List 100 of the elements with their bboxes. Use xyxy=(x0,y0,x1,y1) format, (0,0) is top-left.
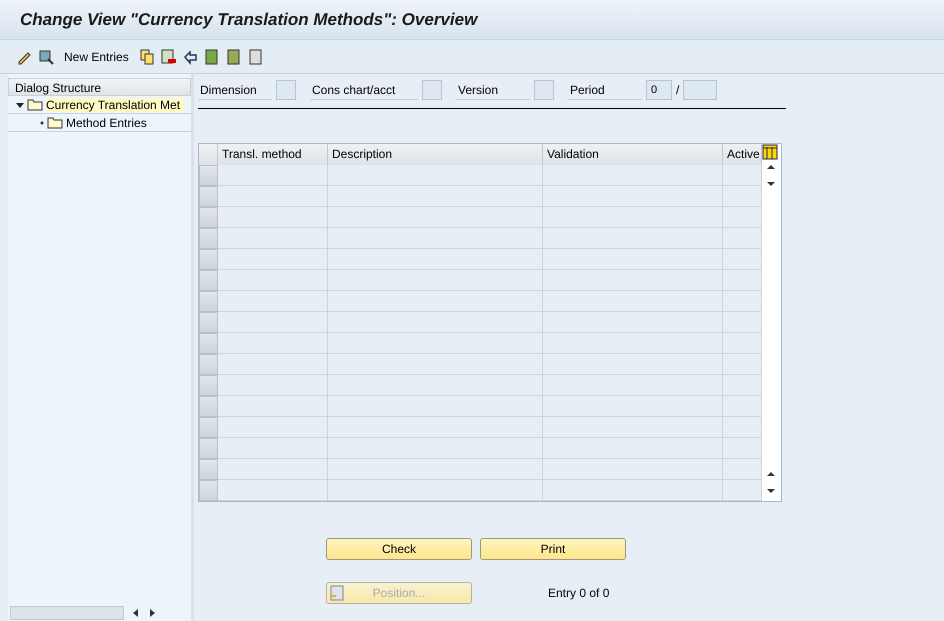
table-cell[interactable] xyxy=(723,333,762,354)
table-cell[interactable] xyxy=(218,375,328,396)
input-field[interactable] xyxy=(276,80,296,100)
column-header[interactable]: Validation xyxy=(543,144,723,165)
row-selector[interactable] xyxy=(199,480,218,501)
scrollbar-thumb[interactable] xyxy=(10,606,124,620)
table-cell[interactable] xyxy=(328,396,543,417)
action-button[interactable]: Print xyxy=(480,538,626,560)
table-cell[interactable] xyxy=(328,186,543,207)
row-selector[interactable] xyxy=(199,207,218,228)
table-cell[interactable] xyxy=(723,249,762,270)
table-cell[interactable] xyxy=(723,186,762,207)
table-cell[interactable] xyxy=(543,165,723,186)
table-cell[interactable] xyxy=(218,207,328,228)
table-cell[interactable] xyxy=(328,207,543,228)
table-cell[interactable] xyxy=(543,375,723,396)
table-cell[interactable] xyxy=(328,459,543,480)
table-cell[interactable] xyxy=(723,438,762,459)
scroll-left-icon[interactable] xyxy=(132,608,140,618)
input-field[interactable]: 0 xyxy=(646,80,672,100)
new-entries-button[interactable]: New Entries xyxy=(60,50,133,64)
table-cell[interactable] xyxy=(723,396,762,417)
table-cell[interactable] xyxy=(723,480,762,501)
row-selector[interactable] xyxy=(199,291,218,312)
table-cell[interactable] xyxy=(218,291,328,312)
table-cell[interactable] xyxy=(328,249,543,270)
table-cell[interactable] xyxy=(543,228,723,249)
row-selector[interactable] xyxy=(199,249,218,270)
table-cell[interactable] xyxy=(218,228,328,249)
tree-node[interactable]: Method Entries xyxy=(66,116,151,130)
copy-icon[interactable] xyxy=(138,48,155,64)
table-cell[interactable] xyxy=(218,249,328,270)
row-selector[interactable] xyxy=(199,375,218,396)
table-cell[interactable] xyxy=(328,354,543,375)
table-cell[interactable] xyxy=(218,438,328,459)
table-cell[interactable] xyxy=(543,291,723,312)
table-cell[interactable] xyxy=(218,270,328,291)
table-cell[interactable] xyxy=(328,480,543,501)
table-cell[interactable] xyxy=(723,291,762,312)
table-cell[interactable] xyxy=(543,396,723,417)
row-selector[interactable] xyxy=(199,396,218,417)
action-button[interactable]: Check xyxy=(326,538,472,560)
input-field[interactable] xyxy=(534,80,554,100)
table-cell[interactable] xyxy=(218,480,328,501)
table-cell[interactable] xyxy=(218,459,328,480)
row-selector[interactable] xyxy=(199,165,218,186)
input-field[interactable] xyxy=(422,80,442,100)
table-cell[interactable] xyxy=(543,459,723,480)
scroll-right-icon[interactable] xyxy=(148,608,156,618)
select-all-cell[interactable] xyxy=(199,144,218,165)
delete-row-icon[interactable] xyxy=(160,48,177,64)
table-cell[interactable] xyxy=(218,312,328,333)
table-cell[interactable] xyxy=(218,333,328,354)
table-cell[interactable] xyxy=(218,186,328,207)
table-cell[interactable] xyxy=(218,417,328,438)
table-cell[interactable] xyxy=(543,312,723,333)
table-cell[interactable] xyxy=(543,417,723,438)
table-cell[interactable] xyxy=(543,354,723,375)
table-cell[interactable] xyxy=(723,270,762,291)
table-cell[interactable] xyxy=(218,165,328,186)
table-cell[interactable] xyxy=(723,165,762,186)
tree-node[interactable]: Currency Translation Met xyxy=(46,98,184,112)
row-selector[interactable] xyxy=(199,186,218,207)
table-cell[interactable] xyxy=(723,375,762,396)
table-cell[interactable] xyxy=(218,354,328,375)
row-selector[interactable] xyxy=(199,354,218,375)
table-cell[interactable] xyxy=(328,312,543,333)
row-selector[interactable] xyxy=(199,459,218,480)
table-cell[interactable] xyxy=(328,165,543,186)
row-selector[interactable] xyxy=(199,417,218,438)
expand-triangle-icon[interactable] xyxy=(16,100,24,108)
table-cell[interactable] xyxy=(723,312,762,333)
table-cell[interactable] xyxy=(328,375,543,396)
table-cell[interactable] xyxy=(328,438,543,459)
magnifier-icon[interactable] xyxy=(38,48,54,64)
table-cell[interactable] xyxy=(328,291,543,312)
table-cell[interactable] xyxy=(723,354,762,375)
row-selector[interactable] xyxy=(199,438,218,459)
table-cell[interactable] xyxy=(723,459,762,480)
table-cell[interactable] xyxy=(328,228,543,249)
row-selector[interactable] xyxy=(199,333,218,354)
table-cell[interactable] xyxy=(723,228,762,249)
column-header[interactable]: Description xyxy=(328,144,543,165)
row-selector[interactable] xyxy=(199,312,218,333)
table-cell[interactable] xyxy=(328,417,543,438)
table-cell[interactable] xyxy=(543,186,723,207)
column-header[interactable]: Transl. method xyxy=(218,144,328,165)
table-cell[interactable] xyxy=(543,270,723,291)
column-header[interactable]: Active xyxy=(723,144,762,165)
table-cell[interactable] xyxy=(328,333,543,354)
table-cell[interactable] xyxy=(218,396,328,417)
row-selector[interactable] xyxy=(199,228,218,249)
table-cell[interactable] xyxy=(543,333,723,354)
row-selector[interactable] xyxy=(199,270,218,291)
table-cell[interactable] xyxy=(723,207,762,228)
table-cell[interactable] xyxy=(543,249,723,270)
table-cell[interactable] xyxy=(543,207,723,228)
table-cell[interactable] xyxy=(723,417,762,438)
column-settings-icon[interactable] xyxy=(762,144,778,160)
table-cell[interactable] xyxy=(543,480,723,501)
